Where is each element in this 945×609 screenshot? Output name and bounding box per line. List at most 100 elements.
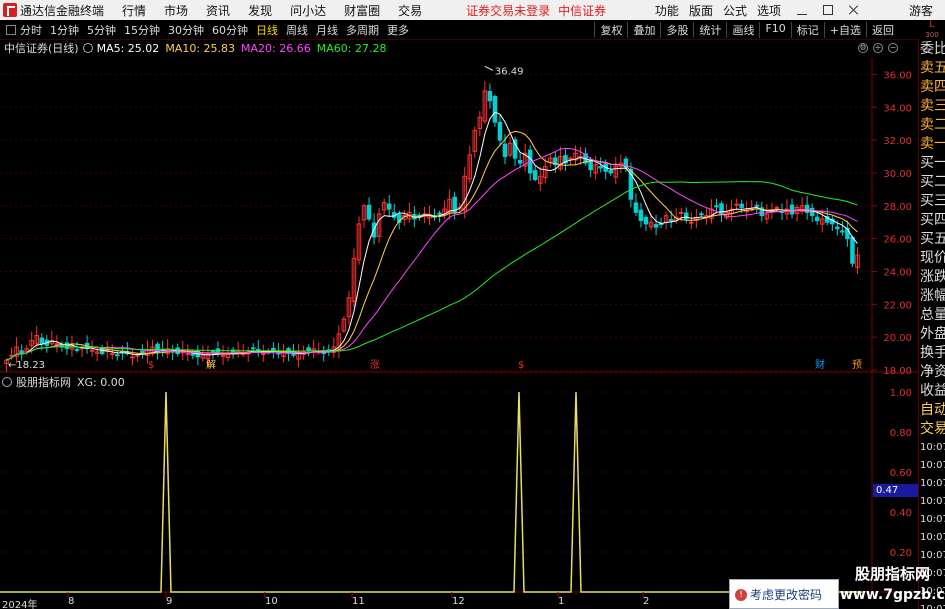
candle-body	[739, 203, 744, 208]
candle-body	[64, 342, 70, 350]
event-marker: 解	[206, 358, 216, 371]
watermark: 股朋指标网 www.7gpzb.com	[840, 564, 945, 609]
date-label: 9	[166, 596, 173, 607]
candle-body	[668, 219, 674, 222]
candle-body	[261, 353, 266, 356]
date-label: 1	[558, 596, 565, 607]
candle-body	[492, 96, 498, 123]
indicator-value: XG: 0.00	[77, 375, 125, 389]
date-label: 2024年	[2, 600, 38, 609]
price-tick-label: 26.00	[883, 235, 912, 246]
price-tick-label: 22.00	[883, 300, 912, 311]
candle-body	[633, 202, 639, 213]
candle-body	[653, 224, 659, 228]
quote-label: 买二	[920, 174, 945, 190]
quote-label: 买四	[920, 212, 945, 228]
trade-time: 10:07	[920, 550, 945, 561]
indicator-tick-label: 0.60	[890, 468, 912, 479]
candle-body	[835, 226, 840, 230]
price-tick-label: 28.00	[883, 202, 912, 213]
kline-chart[interactable]: 36.49←18.23 $ 解涨 $ 财预 36.0034.0032.0030.0028…	[0, 0, 918, 609]
candle-body	[699, 213, 704, 216]
candle-body	[502, 143, 508, 158]
event-marker: 预	[852, 359, 862, 371]
low-label: ←18.23	[8, 360, 45, 371]
candle-body	[608, 169, 614, 174]
ma10-line	[6, 130, 858, 361]
indicator-name[interactable]: 股朋指标网	[16, 374, 71, 390]
quote-label: 涨跌	[920, 269, 945, 285]
quote-label: 换手	[920, 345, 945, 361]
candle-body	[271, 347, 276, 351]
quote-label: 外盘	[920, 326, 945, 342]
candle-body	[19, 350, 24, 355]
candle-body	[774, 206, 780, 209]
candle-body	[789, 204, 795, 215]
candle-body	[89, 349, 95, 352]
candle-body	[250, 347, 256, 350]
candles	[4, 81, 860, 372]
quote-label: 买五	[920, 231, 945, 247]
event-marker: $	[518, 360, 524, 371]
date-label: 11	[352, 596, 365, 607]
indicator-chart: 1.00 0.80 0.60 0.40 0.20	[0, 388, 912, 598]
date-axis: 2024年 8 9 10 11 12 1 2	[0, 596, 760, 609]
watermark-line1: 股朋指标网	[854, 565, 930, 583]
date-label: 2	[643, 596, 650, 607]
candle-body	[135, 354, 140, 357]
quote-label: 卖五	[920, 60, 945, 76]
quote-label: 净资	[920, 364, 945, 380]
auto-trade-label[interactable]: 自动	[919, 401, 945, 420]
indicator-tick-label: 0.40	[890, 508, 912, 519]
current-value-tag: 0.47	[873, 484, 918, 497]
quote-label: 买一	[920, 155, 945, 171]
quote-label: 现价	[920, 250, 945, 266]
event-marker: 财	[815, 358, 825, 371]
quote-labels: 委比 卖五 卖四 卖三 卖二 卖一 买一 买二 买三 买四 买五 现价 涨跌 涨幅 总量 外盘 换手 净资 收益 自动…	[919, 40, 945, 609]
price-tick-label: 34.00	[883, 103, 912, 114]
candle-body	[754, 204, 760, 207]
candle-body	[109, 353, 115, 356]
candle-body	[678, 211, 684, 214]
candle-body	[512, 139, 518, 159]
date-label: 8	[68, 596, 75, 607]
password-popup[interactable]: ! 考虑更改密码	[729, 579, 839, 609]
trade-time: 10:07	[920, 514, 945, 525]
quote-label: 涨幅	[920, 288, 945, 304]
quote-label: 卖二	[920, 117, 945, 133]
price-tick-label: 24.00	[883, 267, 912, 278]
candle-body	[643, 216, 649, 225]
indicator-title: 股朋指标网 XG: 0.00	[2, 374, 125, 390]
date-label: 10	[265, 596, 278, 607]
high-label: 36.49	[495, 66, 524, 77]
trade-time: 10:07	[920, 442, 945, 453]
quote-label: 卖三	[920, 98, 945, 114]
popup-text: 考虑更改密码	[750, 588, 823, 602]
candle-body	[814, 216, 820, 222]
level-letter: L	[929, 19, 935, 30]
candle-body	[366, 204, 372, 220]
candle-body	[386, 203, 392, 210]
quote-label: 委比	[920, 41, 945, 57]
event-marker: 涨	[370, 359, 380, 371]
quote-label: 卖四	[920, 79, 945, 95]
candle-body	[840, 230, 845, 233]
indicator-tick-label: 1.00	[890, 388, 912, 399]
price-tick-label: 30.00	[883, 169, 912, 180]
alert-icon: !	[735, 589, 747, 601]
candle-body	[684, 212, 689, 220]
candle-body	[734, 203, 739, 206]
candle-body	[704, 215, 709, 218]
candle-body	[638, 209, 644, 222]
candle-body	[437, 212, 442, 215]
level-badge[interactable]: L 300	[919, 20, 945, 40]
candle-body	[487, 91, 493, 102]
auto-trade-label[interactable]: 交易	[919, 420, 945, 439]
high-pointer	[484, 65, 494, 71]
candle-body	[99, 348, 105, 355]
candle-body	[130, 356, 135, 359]
indicator-settings-icon[interactable]	[2, 377, 12, 387]
ma60-line	[6, 180, 858, 361]
quote-panel: 委比 卖五 卖四 卖三 卖二 卖一 买一 买二 买三 买四 买五 现价 涨跌 涨幅 总量 外盘 换手 净资 收益 自动…	[918, 40, 945, 609]
price-tick-label: 32.00	[883, 136, 912, 147]
